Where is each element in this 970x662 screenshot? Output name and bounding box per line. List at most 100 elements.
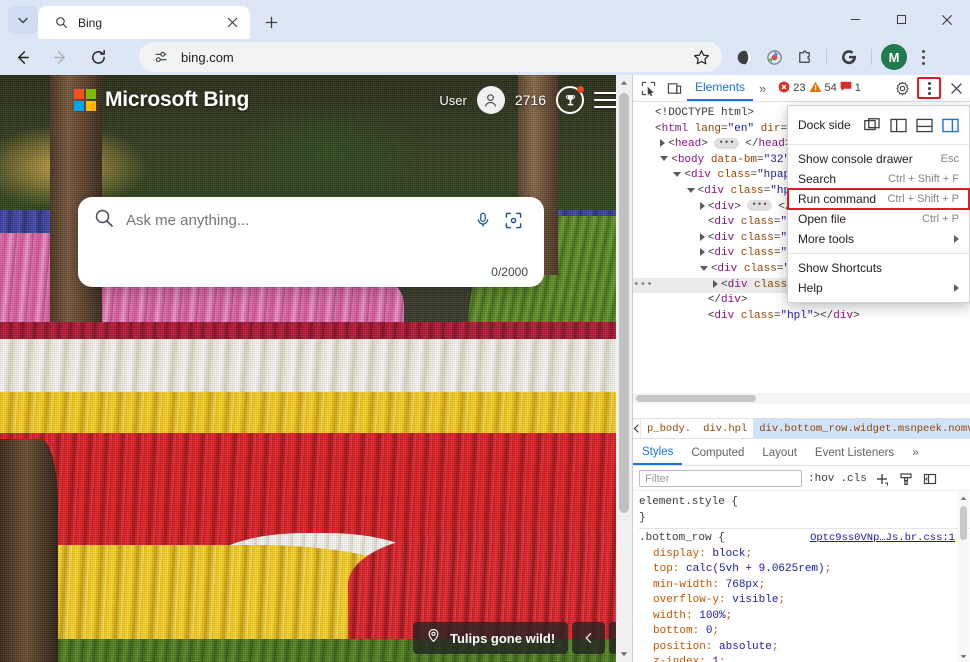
dom-horizontal-scrollbar[interactable] bbox=[633, 393, 970, 404]
styles-tab-styles[interactable]: Styles bbox=[633, 441, 682, 465]
menu-item-more-tools[interactable]: More tools bbox=[788, 229, 969, 249]
dom-node-row[interactable]: <div class="hpl"></div> bbox=[633, 309, 970, 325]
user-avatar-button[interactable] bbox=[477, 86, 505, 114]
css-value[interactable]: 768px bbox=[726, 579, 759, 591]
caption-prev-button[interactable] bbox=[572, 622, 605, 654]
expand-triangle-icon[interactable] bbox=[700, 233, 705, 241]
tab-close-button[interactable] bbox=[222, 13, 242, 33]
css-declaration[interactable]: width: 100%; bbox=[639, 609, 970, 625]
profile-button[interactable]: M bbox=[880, 43, 908, 71]
css-declaration[interactable]: overflow-y: visible; bbox=[639, 593, 970, 609]
search-input[interactable] bbox=[126, 212, 468, 229]
breadcrumb-item[interactable]: div.bottom_row.widget.msnpeek.nomvs bbox=[753, 419, 970, 438]
collapse-triangle-icon[interactable] bbox=[673, 172, 681, 177]
dock-left-icon[interactable] bbox=[890, 118, 907, 133]
menu-item-search[interactable]: SearchCtrl + Shift + F bbox=[788, 169, 969, 189]
new-tab-button[interactable] bbox=[258, 9, 284, 35]
maximize-button[interactable] bbox=[878, 0, 924, 39]
visual-search-icon[interactable] bbox=[498, 205, 528, 235]
error-count[interactable]: 23 bbox=[778, 81, 805, 96]
collapse-triangle-icon[interactable] bbox=[700, 266, 708, 271]
back-button[interactable] bbox=[6, 41, 38, 73]
rules-scroll-up[interactable] bbox=[958, 492, 969, 504]
css-value[interactable]: calc(5vh + 9.0625rem) bbox=[686, 563, 825, 575]
styles-pane-tabs[interactable]: StylesComputedLayoutEvent Listeners» bbox=[633, 441, 970, 466]
breadcrumb[interactable]: p_body.div.hpldiv.bottom_row.widget.msnp… bbox=[633, 418, 970, 439]
menu-item-help[interactable]: Help bbox=[788, 278, 969, 298]
styles-tab-layout[interactable]: Layout bbox=[753, 441, 806, 465]
scrollbar-thumb[interactable] bbox=[960, 506, 967, 540]
css-declaration[interactable]: position: absolute; bbox=[639, 640, 970, 656]
search-box[interactable]: 0/2000 bbox=[78, 197, 544, 287]
page-scrollbar[interactable] bbox=[616, 75, 632, 662]
bookmark-button[interactable] bbox=[688, 44, 714, 70]
hov-button[interactable]: :hov bbox=[808, 473, 834, 485]
expand-triangle-icon[interactable] bbox=[700, 248, 705, 256]
css-value[interactable]: 100% bbox=[699, 610, 725, 622]
google-g-icon[interactable] bbox=[835, 43, 863, 71]
chevron-double-right-icon[interactable]: » bbox=[903, 441, 927, 465]
breadcrumb-scroll-left[interactable] bbox=[633, 419, 641, 438]
css-value[interactable]: 1 bbox=[712, 656, 719, 662]
css-declaration[interactable]: z-index: 1; bbox=[639, 655, 970, 662]
rules-scrollbar[interactable] bbox=[958, 492, 969, 662]
scrollbar-thumb[interactable] bbox=[636, 395, 756, 402]
reload-button[interactable] bbox=[82, 41, 114, 73]
message-count[interactable]: 1 bbox=[840, 81, 861, 95]
browser-tab[interactable]: Bing bbox=[38, 6, 250, 39]
css-value[interactable]: absolute bbox=[719, 641, 772, 653]
plus-icon[interactable] bbox=[873, 470, 891, 488]
styles-tab-computed[interactable]: Computed bbox=[682, 441, 753, 465]
css-rule[interactable]: .bottom_row {Optc9ss0VNp…Js.br.css:1disp… bbox=[639, 528, 970, 662]
breadcrumb-item[interactable]: p_body. bbox=[641, 419, 697, 438]
gear-icon[interactable] bbox=[890, 76, 914, 100]
dock-right-icon[interactable] bbox=[942, 118, 959, 133]
expand-triangle-icon[interactable] bbox=[660, 139, 665, 147]
window-close-button[interactable] bbox=[924, 0, 970, 39]
css-value[interactable]: block bbox=[712, 548, 745, 560]
scroll-up-button[interactable] bbox=[616, 75, 632, 91]
menu-item-open-file[interactable]: Open fileCtrl + P bbox=[788, 209, 969, 229]
rules-scroll-down[interactable] bbox=[958, 650, 969, 662]
menu-item-show-console-drawer[interactable]: Show console drawerEsc bbox=[788, 149, 969, 169]
cls-button[interactable]: .cls bbox=[840, 473, 866, 485]
caption-pill[interactable]: Tulips gone wild! bbox=[413, 622, 568, 654]
expand-triangle-icon[interactable] bbox=[700, 202, 705, 210]
css-declaration[interactable]: min-width: 768px; bbox=[639, 578, 970, 594]
profile-globe-icon[interactable] bbox=[730, 43, 758, 71]
sidebar-toggle-icon[interactable] bbox=[921, 470, 939, 488]
extensions-puzzle-icon[interactable] bbox=[790, 43, 818, 71]
css-value[interactable]: 0 bbox=[706, 625, 713, 637]
breadcrumb-item[interactable]: div.hpl bbox=[697, 419, 753, 438]
scroll-down-button[interactable] bbox=[616, 646, 632, 662]
minimize-button[interactable] bbox=[832, 0, 878, 39]
tune-icon[interactable] bbox=[149, 45, 173, 69]
css-rule[interactable]: element.style {} bbox=[639, 495, 970, 528]
microphone-icon[interactable] bbox=[468, 205, 498, 235]
css-declaration[interactable]: top: calc(5vh + 9.0625rem); bbox=[639, 562, 970, 578]
menu-item-run-command[interactable]: Run commandCtrl + Shift + P bbox=[788, 189, 969, 209]
collapse-triangle-icon[interactable] bbox=[660, 156, 668, 161]
warning-count[interactable]: 54 bbox=[809, 81, 837, 96]
stylesheet-origin-link[interactable]: Optc9ss0VNp…Js.br.css:1 bbox=[810, 531, 955, 547]
paint-brush-icon[interactable] bbox=[897, 470, 915, 488]
rewards-button[interactable] bbox=[556, 86, 584, 114]
styles-tab-event-listeners[interactable]: Event Listeners bbox=[806, 441, 903, 465]
devtools-customize-button[interactable] bbox=[917, 77, 941, 99]
dock-bottom-icon[interactable] bbox=[916, 118, 933, 133]
css-rules-pane[interactable]: element.style {}.bottom_row {Optc9ss0VNp… bbox=[633, 492, 970, 662]
collapse-triangle-icon[interactable] bbox=[687, 188, 695, 193]
devtools-close-button[interactable] bbox=[944, 76, 968, 100]
expand-triangle-icon[interactable] bbox=[713, 280, 718, 288]
css-declaration[interactable]: display: block; bbox=[639, 547, 970, 563]
tab-search-button[interactable] bbox=[8, 6, 38, 34]
device-toolbar-icon[interactable] bbox=[661, 76, 687, 100]
browser-menu-button[interactable] bbox=[910, 43, 936, 71]
undock-separate-window-icon[interactable] bbox=[864, 118, 881, 133]
inspect-element-icon[interactable] bbox=[635, 76, 661, 100]
devtools-camera-icon[interactable] bbox=[760, 43, 788, 71]
css-value[interactable]: visible bbox=[732, 594, 778, 606]
styles-filter-input[interactable]: Filter bbox=[639, 470, 802, 487]
chevron-double-right-icon[interactable]: » bbox=[753, 81, 772, 96]
css-declaration[interactable]: bottom: 0; bbox=[639, 624, 970, 640]
